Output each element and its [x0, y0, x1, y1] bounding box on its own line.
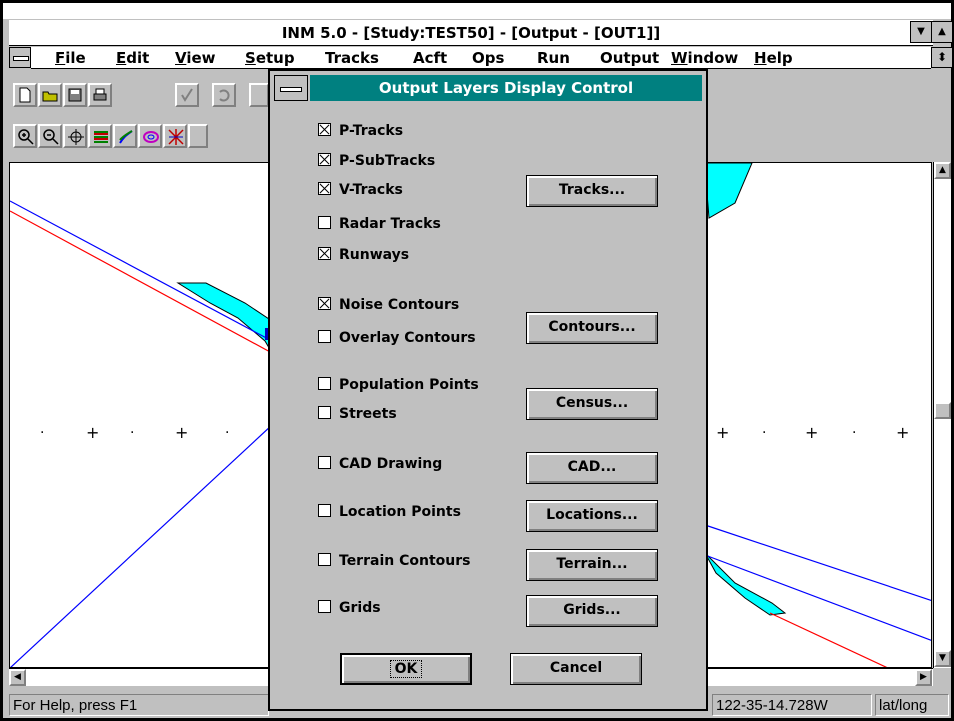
terrain-button[interactable]: Terrain... — [526, 549, 658, 581]
checkbox-terrain-contours[interactable]: Terrain Contours — [318, 551, 470, 571]
grids-button[interactable]: Grids... — [526, 595, 658, 627]
track-line — [704, 554, 931, 641]
maximize-icon[interactable]: ▲ — [931, 21, 953, 43]
grid-dot: · — [762, 425, 767, 441]
menu-setup[interactable]: Setup — [245, 49, 295, 67]
noise-contour-east — [704, 552, 787, 616]
menu-bar: File Edit View Setup Tracks Acft Ops Run… — [31, 47, 931, 69]
zoom-out-icon[interactable] — [38, 124, 62, 148]
tracks-button[interactable]: Tracks... — [526, 175, 658, 207]
ok-button-label: OK — [389, 660, 423, 678]
scroll-thumb[interactable] — [934, 402, 951, 419]
checkbox-p-subtracks[interactable]: P-SubTracks — [318, 151, 435, 171]
open-folder-icon[interactable] — [38, 83, 62, 107]
checkbox-streets[interactable]: Streets — [318, 404, 397, 424]
track-line — [10, 200, 273, 342]
checkbox-label: Grids — [339, 600, 381, 616]
grid-marker: + — [805, 423, 819, 442]
restore-icon[interactable]: ⬍ — [931, 47, 953, 68]
cancel-button[interactable]: Cancel — [510, 653, 642, 685]
vertical-scrollbar[interactable]: ▲ ▼ — [933, 162, 951, 668]
checkbox-runways[interactable]: Runways — [318, 245, 409, 265]
grid-marker: + — [716, 423, 730, 442]
checkbox-label: CAD Drawing — [339, 456, 443, 472]
checkbox-label: P-SubTracks — [339, 153, 436, 169]
checkbox-label: Overlay Contours — [339, 330, 476, 346]
window-title: INM 5.0 - [Study:TEST50] - [Output - [OU… — [9, 20, 933, 46]
checkbox-cad-drawing[interactable]: CAD Drawing — [318, 454, 442, 474]
zoom-in-icon[interactable] — [13, 124, 37, 148]
menu-output[interactable]: Output — [600, 49, 659, 67]
contour-icon[interactable] — [138, 124, 162, 148]
checkbox-radar-tracks[interactable]: Radar Tracks — [318, 214, 441, 234]
grid-icon[interactable] — [163, 124, 187, 148]
toolbar-button-partial[interactable] — [188, 124, 208, 148]
grid-dot: · — [852, 425, 857, 441]
checkbox-label: Runways — [339, 247, 410, 263]
checkbox-population-points[interactable]: Population Points — [318, 375, 479, 395]
checkbox-label: Location Points — [339, 504, 461, 520]
menu-tracks[interactable]: Tracks — [325, 49, 379, 67]
check-icon[interactable] — [175, 83, 199, 107]
checkbox-label: Streets — [339, 406, 397, 422]
grid-marker: + — [175, 423, 189, 442]
new-file-icon[interactable] — [13, 83, 37, 107]
contours-button[interactable]: Contours... — [526, 312, 658, 344]
grid-dot: · — [225, 425, 230, 441]
layers-icon[interactable] — [88, 124, 112, 148]
checkbox-label: Noise Contours — [339, 297, 460, 313]
track-line — [10, 424, 273, 667]
checkbox-location-points[interactable]: Location Points — [318, 502, 461, 522]
status-coordinate: 122-35-14.728W — [712, 694, 872, 716]
noise-contour-west — [176, 282, 279, 364]
checkbox-v-tracks[interactable]: V-Tracks — [318, 180, 403, 200]
checkbox-label: V-Tracks — [339, 182, 403, 198]
dialog-title: Output Layers Display Control — [310, 75, 702, 101]
grid-dot: · — [40, 425, 45, 441]
ok-button[interactable]: OK — [340, 653, 472, 685]
checkbox-grids[interactable]: Grids — [318, 598, 381, 618]
scroll-left-icon[interactable]: ◀ — [9, 669, 26, 686]
census-button[interactable]: Census... — [526, 388, 658, 420]
menu-edit[interactable]: Edit — [116, 49, 149, 67]
crosshair-icon[interactable] — [63, 124, 87, 148]
toolbar-button-partial[interactable] — [249, 83, 269, 107]
dialog-system-menu-icon[interactable] — [274, 75, 308, 101]
menu-acft[interactable]: Acft — [413, 49, 447, 67]
scroll-up-icon[interactable]: ▲ — [934, 162, 951, 179]
grid-marker: + — [896, 423, 910, 442]
scroll-right-icon[interactable]: ▶ — [915, 669, 932, 686]
menu-view[interactable]: View — [175, 49, 216, 67]
locations-button[interactable]: Locations... — [526, 500, 658, 532]
grid-marker: + — [86, 423, 100, 442]
minimize-icon[interactable]: ▼ — [910, 21, 932, 43]
document-menu-icon[interactable] — [9, 47, 31, 68]
checkbox-label: Terrain Contours — [339, 553, 471, 569]
printer-icon[interactable] — [88, 83, 112, 107]
checkbox-p-tracks[interactable]: P-Tracks — [318, 121, 403, 141]
track-line — [769, 612, 888, 667]
outer-title-strip — [3, 3, 951, 19]
checkbox-label: Population Points — [339, 377, 479, 393]
output-layers-dialog: Output Layers Display Control P-Tracks P… — [268, 69, 708, 711]
track-line — [10, 210, 273, 354]
save-disk-icon[interactable] — [63, 83, 87, 107]
tracks-icon[interactable] — [113, 124, 137, 148]
menu-help[interactable]: Help — [754, 49, 793, 67]
undo-icon[interactable] — [212, 83, 236, 107]
checkbox-overlay-contours[interactable]: Overlay Contours — [318, 328, 476, 348]
menu-window[interactable]: Window — [671, 49, 738, 67]
noise-contour-north — [704, 163, 753, 219]
scroll-down-icon[interactable]: ▼ — [934, 650, 951, 667]
checkbox-label: P-Tracks — [339, 123, 404, 139]
cad-button[interactable]: CAD... — [526, 452, 658, 484]
checkbox-label: Radar Tracks — [339, 216, 441, 232]
grid-dot: · — [130, 425, 135, 441]
menu-run[interactable]: Run — [537, 49, 570, 67]
status-help-text: For Help, press F1 — [9, 694, 269, 716]
checkbox-noise-contours[interactable]: Noise Contours — [318, 295, 459, 315]
status-coord-mode: lat/long — [875, 694, 949, 716]
menu-ops[interactable]: Ops — [472, 49, 504, 67]
menu-file[interactable]: File — [55, 49, 86, 67]
